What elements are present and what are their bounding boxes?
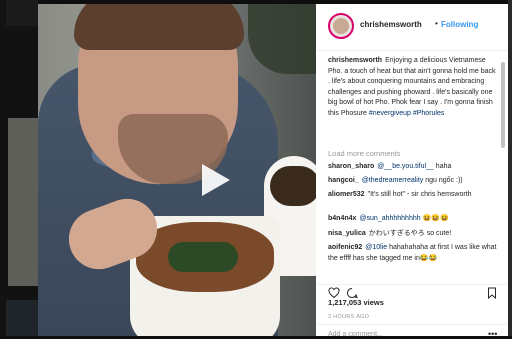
play-icon[interactable] — [198, 162, 232, 198]
caption-text: Enjoying a delicious Vietnamese Pho. a t… — [328, 57, 496, 117]
comment-username[interactable]: aliomer532 — [328, 191, 365, 198]
pho-greens — [168, 242, 238, 272]
add-comment-input[interactable]: Add a comment... — [328, 331, 383, 338]
timestamp: 3 HOURS AGO — [328, 314, 370, 320]
person-hair — [74, 4, 244, 50]
comment-item: aliomer532 "It's still hot" - sir chris h… — [328, 190, 498, 201]
caption: chrishemsworth Enjoying a delicious Vietn… — [328, 56, 498, 119]
comment-username[interactable]: hangcoi_ — [328, 177, 359, 184]
avatar[interactable] — [328, 13, 354, 39]
comment-username[interactable]: nisa_yulica — [328, 230, 366, 237]
second-bowl-soup — [270, 166, 316, 206]
bookmark-icon[interactable] — [486, 287, 498, 299]
background-thumbnail — [6, 0, 38, 26]
comment-item: sharon_sharo @__be.you.tiful__ haha — [328, 162, 498, 173]
post-side-panel: chrishemsworth • Following chrishemswort… — [316, 4, 508, 339]
caption-username[interactable]: chrishemsworth — [328, 57, 382, 64]
comment-username[interactable]: sharon_sharo — [328, 163, 374, 170]
post-header: chrishemsworth • Following — [316, 4, 508, 51]
comment-username[interactable]: aoifenic92 — [328, 244, 362, 251]
comment-item: b4n4n4x @sun_ahhhhhhhhh 😆😆😆 — [328, 214, 498, 225]
comment-username[interactable]: b4n4n4x — [328, 215, 356, 222]
header-username[interactable]: chrishemsworth — [360, 20, 422, 29]
divider — [316, 324, 508, 325]
load-more-comments[interactable]: Load more comments — [328, 149, 401, 158]
comment-text: "It's still hot" - sir chris hemsworth — [367, 191, 472, 198]
comment-item: aoifenic92 @10lie hahahahaha at first I w… — [328, 243, 498, 264]
comments-list[interactable]: chrishemsworth Enjoying a delicious Vietn… — [316, 51, 502, 291]
comment-text: ngu ngốc :)) — [425, 177, 463, 184]
comment-text: haha — [435, 163, 452, 170]
view-count: 1,217,053 views — [328, 298, 384, 307]
following-button[interactable]: Following — [441, 20, 478, 29]
background-thumbnail — [6, 300, 38, 336]
comment-mention[interactable]: @sun_ahhhhhhhhh — [359, 215, 420, 222]
header-separator: • — [435, 19, 438, 28]
comment-mention[interactable]: @__be.you.tiful__ — [377, 163, 434, 170]
comment-text: かわいすぎるやろ so cute! — [368, 230, 452, 237]
more-options-icon[interactable]: ••• — [488, 329, 497, 339]
comment-mention[interactable]: @thedreamerreality — [362, 177, 424, 184]
comment-mention[interactable]: @10lie — [365, 244, 387, 251]
comment-text: 😆😆😆 — [422, 215, 449, 222]
backdrop-right — [508, 0, 512, 336]
background-thumbnail — [8, 118, 38, 286]
avatar-image — [333, 18, 349, 34]
comment-item: nisa_yulica かわいすぎるやろ so cute! — [328, 229, 498, 240]
post-video[interactable] — [38, 4, 316, 336]
comments-scrollbar[interactable] — [501, 62, 505, 148]
caption-hashtags[interactable]: #nevergiveup #Phorules — [369, 110, 445, 117]
comment-item: hangcoi_ @thedreamerreality ngu ngốc :)) — [328, 176, 498, 187]
